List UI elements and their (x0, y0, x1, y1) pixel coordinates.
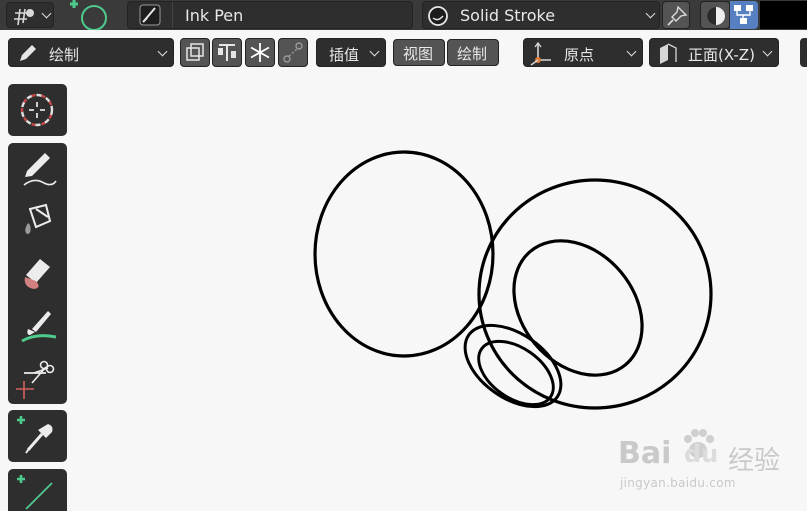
autokey-toggle[interactable] (212, 38, 242, 67)
watermark-brand-left: Bai (618, 436, 672, 471)
chevron-down-icon (157, 46, 168, 57)
node-tree-icon (734, 5, 753, 24)
viewport-shading-button[interactable] (700, 1, 730, 29)
top-header: Ink Pen Solid Stroke (0, 0, 807, 31)
tool-group-draw (8, 143, 67, 404)
material-selector[interactable]: Solid Stroke (422, 1, 660, 29)
shading-sphere-icon (707, 7, 725, 25)
dotted-line-icon (283, 42, 303, 63)
cutter-tool[interactable] (8, 351, 67, 404)
multiframe-toggle[interactable] (180, 38, 210, 67)
stroke-placement-dropdown[interactable]: 原点 (523, 38, 643, 67)
drawing-plane-dropdown[interactable]: 正面(X-Z) (649, 38, 779, 67)
scissors-icon (16, 360, 55, 399)
pin-button[interactable] (662, 1, 690, 29)
brush-name: Ink Pen (185, 6, 244, 25)
interp-label: 插值 (329, 46, 360, 64)
watermark-brand-cn: 经验 (728, 446, 781, 476)
chevron-down-icon (41, 8, 52, 19)
material-sphere-icon (428, 6, 448, 26)
chevron-down-icon (762, 46, 773, 57)
plane-label: 正面(X-Z) (688, 46, 755, 64)
grease-pencil-mode-icon (14, 8, 34, 26)
header-overflow (760, 1, 807, 29)
chevron-down-icon (626, 46, 637, 57)
snowflake-icon (250, 43, 270, 62)
mode-dropdown[interactable]: 绘制 (8, 38, 174, 67)
line-tool[interactable] (8, 469, 67, 511)
stroke-inner-oval (512, 239, 644, 377)
chevron-down-icon (645, 8, 656, 19)
layers-icon (186, 43, 204, 61)
ink-pen-brush-icon (139, 4, 161, 26)
eraser-icon (24, 259, 50, 289)
watermark-url: jingyan.baidu.com (620, 476, 736, 490)
erase-tool[interactable] (8, 247, 67, 299)
snap-toggle[interactable] (278, 38, 308, 67)
stroke-small-oval-outer (463, 323, 563, 409)
baidu-watermark: Bai du 经验 jingyan.baidu.com (618, 426, 807, 496)
timeline-icon (218, 44, 236, 61)
mode-label: 绘制 (49, 46, 80, 64)
add-circle-icon (70, 0, 107, 31)
pencil-icon (23, 153, 57, 186)
pencil-icon (20, 45, 36, 61)
bucket-icon (25, 203, 52, 234)
toolbar-overflow (800, 38, 807, 67)
cursor-icon (20, 93, 54, 127)
editor-type-menu[interactable] (6, 2, 54, 28)
pin-icon (667, 5, 688, 26)
brush-selector[interactable]: Ink Pen (127, 1, 413, 29)
chevron-down-icon (369, 46, 380, 57)
draw-label: 绘制 (457, 45, 488, 63)
eyedropper-tool[interactable] (8, 410, 67, 462)
origin-axis-icon (530, 41, 551, 66)
view-label: 视图 (403, 45, 434, 63)
draw-menu-button[interactable]: 绘制 (447, 39, 499, 66)
watermark-brand-right: du (684, 440, 719, 468)
eyedropper-icon (17, 416, 53, 454)
stroke-left-circle (313, 150, 495, 358)
brush-icon (21, 311, 57, 343)
line-icon (17, 475, 53, 510)
view-menu-button[interactable]: 视图 (393, 39, 445, 66)
freeze-toggle[interactable] (245, 38, 275, 67)
front-plane-icon (660, 43, 677, 64)
cursor-tool[interactable] (8, 84, 67, 136)
material-name: Solid Stroke (460, 6, 556, 25)
origin-label: 原点 (564, 46, 595, 64)
tool-settings-bar: 绘制 插值 视图 绘制 原点 正面(X-Z) (0, 30, 807, 78)
draw-tool[interactable] (8, 143, 67, 195)
fill-tool[interactable] (8, 195, 67, 247)
add-object-button[interactable] (62, 0, 120, 31)
overlay-button[interactable] (730, 1, 758, 29)
tint-tool[interactable] (8, 299, 67, 351)
interpolate-menu[interactable]: 插值 (316, 38, 386, 67)
